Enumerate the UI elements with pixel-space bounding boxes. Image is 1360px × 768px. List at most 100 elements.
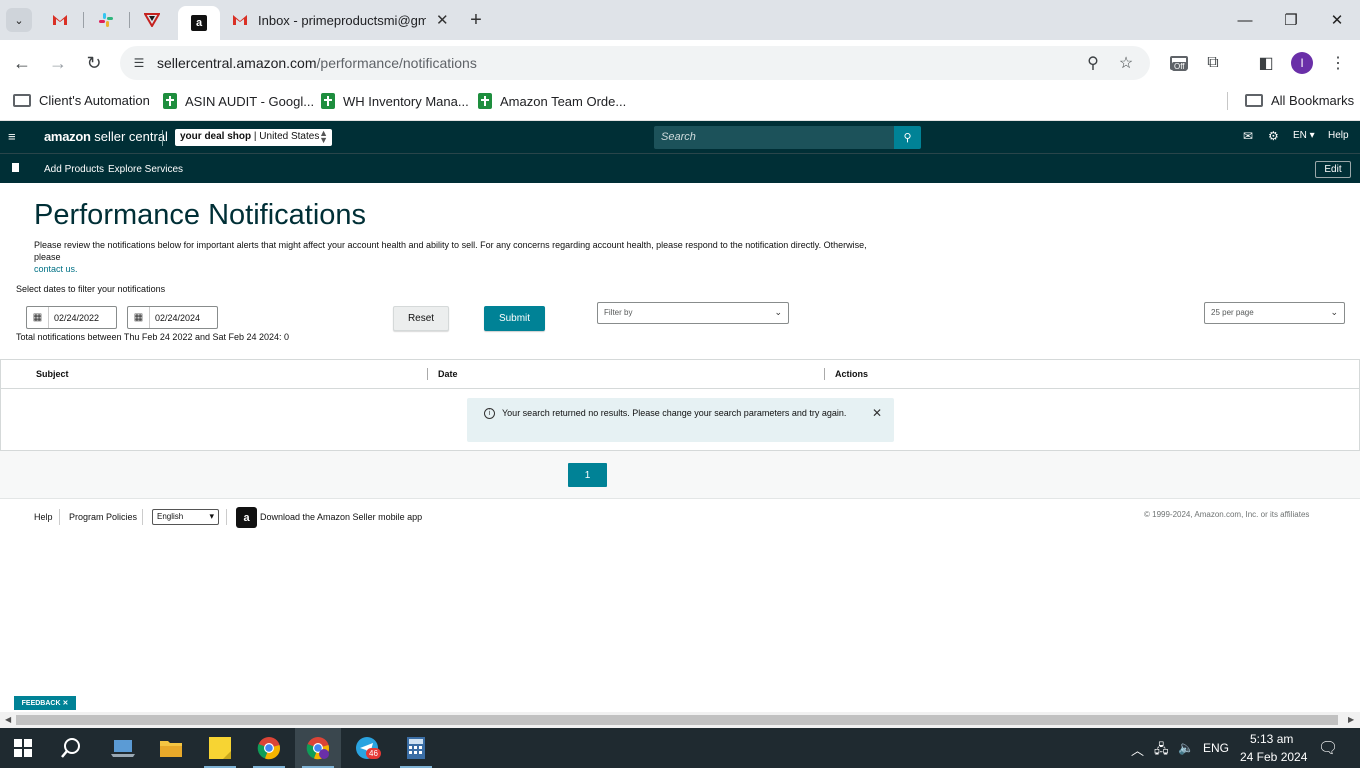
- forward-arrow-icon[interactable]: →: [45, 50, 71, 76]
- browser-toolbar: ← → ↻ ☰ sellercentral.amazon.com/perform…: [0, 40, 1360, 86]
- sheets-icon: [163, 93, 177, 109]
- triangle-logo-icon: [144, 13, 160, 27]
- clock-date[interactable]: 24 Feb 2024: [1240, 750, 1307, 764]
- amazon-app-icon[interactable]: a: [236, 507, 257, 528]
- updown-arrows-icon: ▲ ▼: [319, 128, 328, 145]
- column-subject[interactable]: Subject: [36, 369, 69, 379]
- contact-us-link[interactable]: contact us.: [34, 264, 78, 274]
- notifications-table: Subject Date Actions i Your search retur…: [0, 359, 1360, 451]
- site-info-icon[interactable]: ☰: [128, 52, 150, 74]
- extensions-puzzle-icon[interactable]: ⧉: [1202, 52, 1224, 74]
- gmail-pinned-tab[interactable]: [41, 6, 79, 34]
- bookmark-amazon-team[interactable]: Amazon Team Orde...: [478, 93, 626, 109]
- bookmark-asin-audit[interactable]: ASIN AUDIT - Googl...: [163, 93, 314, 109]
- zoom-icon[interactable]: ⚲: [1082, 52, 1104, 74]
- all-bookmarks[interactable]: All Bookmarks: [1245, 93, 1354, 108]
- column-actions: Actions: [835, 369, 869, 379]
- new-tab-button[interactable]: +: [464, 8, 488, 32]
- amazon-active-tab[interactable]: a: [178, 6, 220, 40]
- filter-label: Select dates to filter your notification…: [16, 284, 166, 294]
- bookmark-wh-inventory[interactable]: WH Inventory Mana...: [321, 93, 469, 109]
- chevron-down-icon: ▾: [209, 511, 214, 521]
- search-icon[interactable]: [48, 728, 94, 768]
- reload-icon[interactable]: ↻: [81, 50, 107, 76]
- notifications-icon[interactable]: 🗨: [1318, 738, 1338, 758]
- bookmark-clients-automation[interactable]: Client's Automation: [13, 93, 150, 108]
- sheets-icon: [478, 93, 492, 109]
- scroll-right-icon[interactable]: ▶: [1348, 715, 1354, 724]
- chrome-icon[interactable]: [246, 728, 292, 768]
- submit-button[interactable]: Submit: [484, 306, 545, 331]
- gmail-icon: [233, 15, 247, 25]
- network-icon[interactable]: 🖧: [1154, 740, 1169, 762]
- table-header: Subject Date Actions: [1, 360, 1359, 389]
- alert-message: Your search returned no results. Please …: [502, 408, 847, 418]
- menu-kebab-icon[interactable]: ⋮: [1327, 52, 1349, 74]
- help-link[interactable]: Help: [1328, 130, 1349, 141]
- bookmarks-bar: Client's Automation ASIN AUDIT - Googl..…: [0, 86, 1360, 121]
- scroll-left-icon[interactable]: ◀: [5, 715, 11, 724]
- volume-icon[interactable]: 🔈: [1178, 740, 1194, 756]
- close-window-button[interactable]: ✕: [1314, 6, 1360, 34]
- telegram-badge: 46: [366, 748, 381, 759]
- close-tab-icon[interactable]: ✕: [436, 11, 449, 29]
- reset-button[interactable]: Reset: [393, 306, 449, 331]
- chrome-profile-icon[interactable]: [295, 728, 341, 768]
- folder-icon: [13, 94, 31, 107]
- horizontal-scrollbar[interactable]: ◀ ▶: [0, 712, 1360, 728]
- download-app-link[interactable]: Download the Amazon Seller mobile app: [260, 512, 422, 522]
- side-panel-icon[interactable]: ◧: [1255, 52, 1277, 74]
- per-page-select[interactable]: 25 per page ⌄: [1204, 302, 1345, 324]
- back-arrow-icon[interactable]: ←: [9, 50, 35, 76]
- date-from-input[interactable]: ▦ 02/24/2022: [26, 306, 117, 329]
- total-notifications-text: Total notifications between Thu Feb 24 2…: [16, 332, 290, 342]
- bookmark-star-icon[interactable]: ☆: [1115, 52, 1137, 74]
- app-pinned-tab[interactable]: [133, 6, 171, 34]
- file-explorer-icon[interactable]: [148, 728, 194, 768]
- hamburger-menu-icon[interactable]: ≡: [8, 130, 22, 144]
- filter-by-select[interactable]: Filter by ⌄: [597, 302, 789, 324]
- minimize-button[interactable]: —: [1222, 6, 1268, 34]
- search-icon[interactable]: ⚲: [894, 126, 921, 149]
- telegram-icon[interactable]: 46: [344, 728, 390, 768]
- page-1-button[interactable]: 1: [568, 463, 607, 487]
- footer-help-link[interactable]: Help: [34, 512, 53, 522]
- address-bar[interactable]: ☰ sellercentral.amazon.com/performance/n…: [120, 46, 1150, 80]
- laptop-app-icon[interactable]: [100, 728, 146, 768]
- mail-icon[interactable]: ✉: [1243, 129, 1253, 143]
- slack-icon: [99, 13, 113, 27]
- language-selector[interactable]: EN ▾: [1293, 130, 1315, 141]
- profile-avatar[interactable]: I: [1291, 52, 1313, 74]
- clock-time[interactable]: 5:13 am: [1250, 732, 1293, 746]
- chevron-up-icon[interactable]: ︿: [1131, 740, 1144, 759]
- windows-taskbar: 46 ︿ 🖧 🔈 ENG 5:13 am 24 Feb 2024 🗨: [0, 728, 1360, 768]
- program-policies-link[interactable]: Program Policies: [69, 512, 137, 522]
- chevron-down-icon: ⌄: [774, 307, 782, 317]
- calendar-icon[interactable]: ▦: [128, 307, 150, 328]
- column-date[interactable]: Date: [438, 369, 458, 379]
- calculator-icon[interactable]: [393, 728, 439, 768]
- bookmark-icon[interactable]: [12, 163, 19, 172]
- nav-explore-services[interactable]: Explore Services: [108, 164, 183, 175]
- windows-start-icon[interactable]: [0, 728, 46, 768]
- slack-pinned-tab[interactable]: [87, 6, 125, 34]
- url-text[interactable]: sellercentral.amazon.com/performance/not…: [157, 55, 477, 71]
- edit-nav-button[interactable]: Edit: [1315, 161, 1351, 178]
- footer-language-select[interactable]: English ▾: [152, 509, 219, 525]
- input-language[interactable]: ENG: [1203, 741, 1229, 755]
- gear-icon[interactable]: ⚙: [1268, 129, 1279, 143]
- close-icon[interactable]: ✕: [872, 406, 882, 420]
- restore-button[interactable]: ❐: [1268, 6, 1314, 34]
- sticky-notes-icon[interactable]: [197, 728, 243, 768]
- tab-search-chevron-icon[interactable]: ⌄: [6, 8, 32, 32]
- scrollbar-thumb[interactable]: [16, 715, 1338, 725]
- calendar-icon[interactable]: ▦: [27, 307, 49, 328]
- gmail-inbox-tab[interactable]: Inbox - primeproductsmi@gmail.com ✕: [226, 6, 458, 34]
- extension-off-icon[interactable]: Off: [1168, 52, 1190, 74]
- nav-add-products[interactable]: Add Products: [44, 164, 104, 175]
- seller-central-logo[interactable]: amazon seller central: [44, 129, 168, 144]
- seller-search-input[interactable]: Search: [654, 126, 894, 149]
- feedback-button[interactable]: FEEDBACK ✕: [14, 696, 76, 710]
- store-selector[interactable]: your deal shop | United States ▲ ▼: [175, 129, 332, 146]
- date-to-input[interactable]: ▦ 02/24/2024: [127, 306, 218, 329]
